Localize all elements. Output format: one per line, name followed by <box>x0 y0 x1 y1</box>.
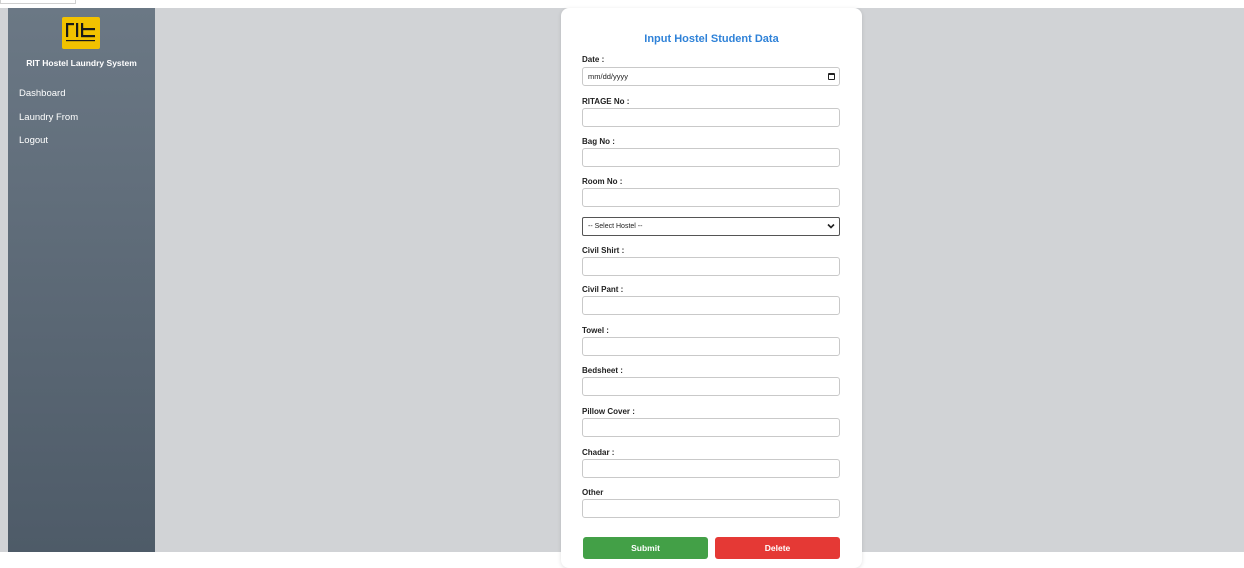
date-input[interactable]: mm/dd/yyyy <box>582 67 840 86</box>
window-edge <box>0 0 76 4</box>
room-input[interactable] <box>582 188 840 207</box>
rit-logo-icon <box>66 23 95 42</box>
submit-button[interactable]: Submit <box>583 537 708 559</box>
bag-label: Bag No : <box>582 137 615 146</box>
ritage-input[interactable] <box>582 108 840 127</box>
rit-logo <box>62 17 100 49</box>
chadar-label: Chadar : <box>582 448 615 457</box>
pillow-cover-label: Pillow Cover : <box>582 407 635 416</box>
towel-input[interactable] <box>582 337 840 356</box>
date-placeholder: mm/dd/yyyy <box>588 72 629 81</box>
civil-pant-input[interactable] <box>582 296 840 315</box>
date-label: Date : <box>582 55 605 64</box>
chadar-input[interactable] <box>582 459 840 478</box>
brand-title: RIT Hostel Laundry System <box>26 58 137 68</box>
other-label: Other <box>582 488 604 497</box>
hostel-select[interactable]: -- Select Hostel -- <box>582 217 840 236</box>
sidebar-nav: Dashboard Laundry From Logout <box>19 88 78 159</box>
ritage-label: RITAGE No : <box>582 97 630 106</box>
form-card: Input Hostel Student Data Date : mm/dd/y… <box>561 8 862 568</box>
sidebar-item-logout[interactable]: Logout <box>19 135 78 159</box>
sidebar-item-laundry-form[interactable]: Laundry From <box>19 112 78 136</box>
civil-shirt-label: Civil Shirt : <box>582 246 625 255</box>
hostel-select-value: -- Select Hostel -- <box>588 223 643 230</box>
form-title: Input Hostel Student Data <box>644 33 779 45</box>
towel-label: Towel : <box>582 326 609 335</box>
bag-input[interactable] <box>582 148 840 167</box>
room-label: Room No : <box>582 177 623 186</box>
delete-button[interactable]: Delete <box>715 537 840 559</box>
chevron-down-icon <box>827 223 835 229</box>
other-input[interactable] <box>582 499 840 518</box>
sidebar: RIT Hostel Laundry System Dashboard Laun… <box>8 8 155 552</box>
pillow-cover-input[interactable] <box>582 418 840 437</box>
sidebar-item-dashboard[interactable]: Dashboard <box>19 88 78 112</box>
bedsheet-label: Bedsheet : <box>582 366 623 375</box>
civil-pant-label: Civil Pant : <box>582 285 624 294</box>
civil-shirt-input[interactable] <box>582 257 840 276</box>
calendar-icon[interactable] <box>828 73 835 80</box>
page-background: RIT Hostel Laundry System Dashboard Laun… <box>0 8 1244 568</box>
bedsheet-input[interactable] <box>582 377 840 396</box>
